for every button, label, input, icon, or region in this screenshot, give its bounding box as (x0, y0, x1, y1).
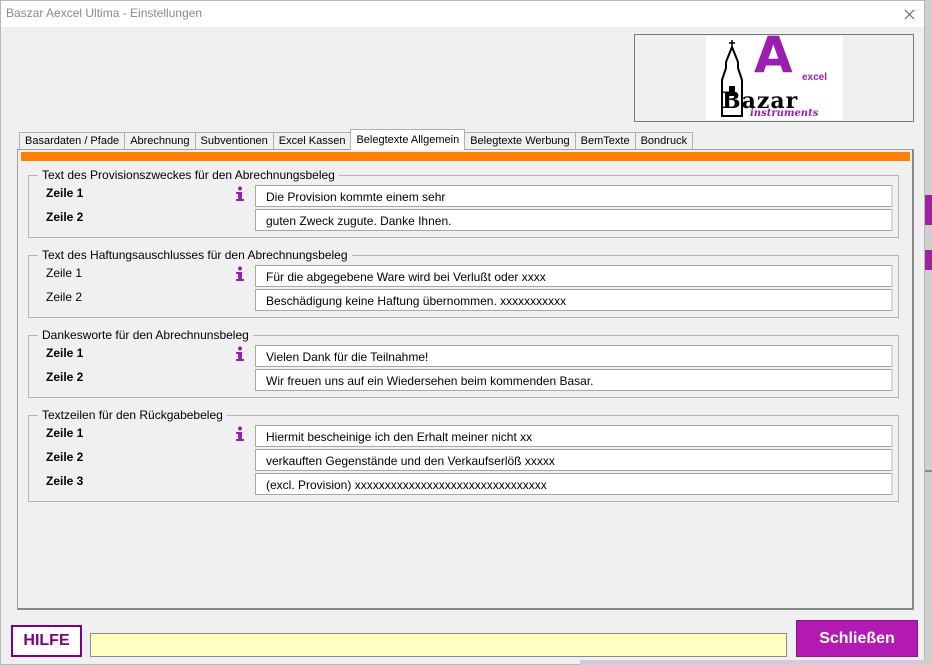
logo-subtitle: instruments (750, 108, 819, 119)
group-title: Text des Provisionszweckes für den Abrec… (38, 168, 339, 182)
group-haftung-text: Text des Haftungsauschlusses für den Abr… (28, 248, 899, 318)
text-input[interactable]: Für die abgegebene Ware wird bei Verlußt… (255, 265, 893, 287)
background-window-edge (925, 0, 932, 665)
row-label: Zeile 2 (46, 210, 84, 224)
group-rueckgabe-text: Textzeilen für den Rückgabebeleg Zeile 1… (28, 408, 899, 502)
logo-frame: A excel Bazar instruments (634, 30, 914, 122)
tab-panel: Text des Provisionszweckes für den Abrec… (17, 149, 914, 610)
info-icon[interactable] (235, 186, 245, 202)
group-dankesworte: Dankesworte für den Abrechnunsbeleg Zeil… (28, 328, 899, 398)
tab-bondruck[interactable]: Bondruck (634, 132, 694, 150)
text-input[interactable]: Beschädigung keine Haftung übernommen. x… (255, 289, 893, 311)
row-label: Zeile 1 (46, 426, 84, 440)
tab-subventionen[interactable]: Subventionen (194, 132, 274, 150)
bg-marker (925, 250, 932, 270)
bazar-logo: A excel Bazar instruments (706, 30, 843, 120)
status-bar (90, 633, 787, 657)
logo-excel-text: excel (802, 72, 828, 83)
info-icon[interactable] (235, 426, 245, 442)
accent-bar (21, 152, 910, 161)
background-window-edge-bottom (580, 660, 925, 665)
window-title: Baszar Aexcel Ultima - Einstellungen (6, 6, 203, 20)
close-icon[interactable] (894, 1, 924, 27)
title-bar: Baszar Aexcel Ultima - Einstellungen (1, 1, 924, 27)
row-label: Zeile 2 (46, 450, 84, 464)
bg-marker (925, 470, 932, 472)
tab-excel-kassen[interactable]: Excel Kassen (272, 132, 352, 150)
row-label: Zeile 1 (46, 186, 84, 200)
group-title: Text des Haftungsauschlusses für den Abr… (38, 248, 352, 262)
text-input[interactable]: Vielen Dank für die Teilnahme! (255, 345, 893, 367)
text-input[interactable]: Hiermit bescheinige ich den Erhalt meine… (255, 425, 893, 447)
group-title: Dankesworte für den Abrechnunsbeleg (38, 328, 253, 342)
row-label: Zeile 1 (46, 346, 84, 360)
tab-basardaten[interactable]: Basardaten / Pfade (19, 132, 126, 150)
row-label: Zeile 1 (46, 266, 83, 280)
row-label: Zeile 3 (46, 474, 84, 488)
tab-abrechnung[interactable]: Abrechnung (124, 132, 196, 150)
close-button[interactable]: Schließen (796, 620, 918, 657)
text-input[interactable]: (excl. Provision) xxxxxxxxxxxxxxxxxxxxxx… (255, 473, 893, 495)
tab-belegtexte-werbung[interactable]: Belegtexte Werbung (464, 132, 576, 150)
text-input[interactable]: guten Zweck zugute. Danke Ihnen. (255, 209, 893, 231)
tab-bemtexte[interactable]: BemTexte (574, 132, 636, 150)
logo-letter: A (754, 26, 793, 84)
settings-window: Baszar Aexcel Ultima - Einstellungen A e… (0, 0, 925, 665)
text-input[interactable]: Die Provision kommte einem sehr (255, 185, 893, 207)
row-label: Zeile 2 (46, 290, 83, 304)
info-icon[interactable] (235, 346, 245, 362)
text-input[interactable]: Wir freuen uns auf ein Wiedersehen beim … (255, 369, 893, 391)
tab-strip: Basardaten / Pfade Abrechnung Subvention… (19, 129, 694, 150)
text-input[interactable]: verkauften Gegenstände und den Verkaufse… (255, 449, 893, 471)
bg-marker (925, 195, 932, 225)
group-title: Textzeilen für den Rückgabebeleg (38, 408, 227, 422)
tab-belegtexte-allgemein[interactable]: Belegtexte Allgemein (350, 129, 466, 150)
group-provision-text: Text des Provisionszweckes für den Abrec… (28, 168, 899, 238)
row-label: Zeile 2 (46, 370, 84, 384)
close-x-icon (904, 9, 914, 19)
help-button[interactable]: HILFE (11, 625, 82, 657)
info-icon[interactable] (235, 266, 245, 282)
